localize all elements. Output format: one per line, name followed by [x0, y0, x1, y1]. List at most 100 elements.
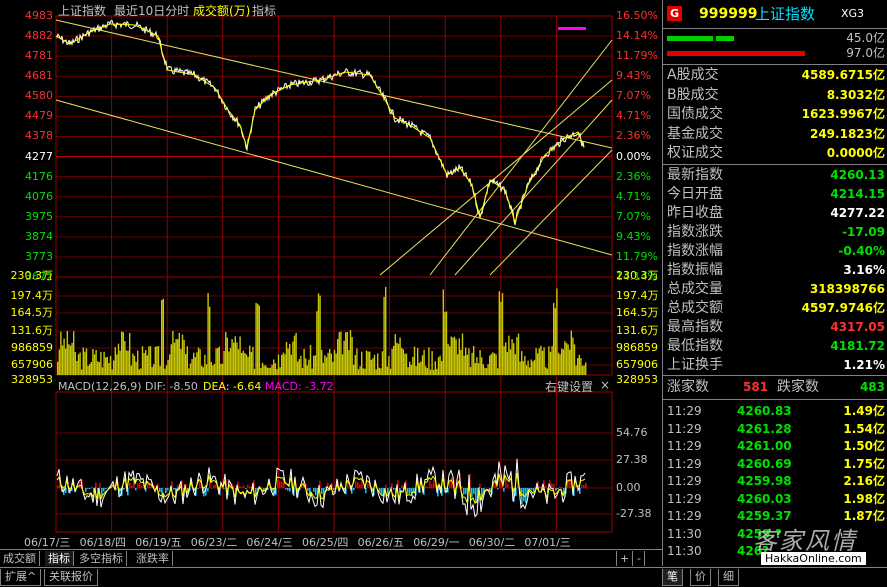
- date-tick: 06/19/五: [135, 534, 181, 550]
- quote-value: 4597.9746亿: [802, 299, 885, 318]
- chart-area[interactable]: 上证指数 最近10日分时 成交额(万) 指标 49834882478146814…: [0, 0, 662, 566]
- quote-label: 总成交量: [667, 280, 723, 299]
- fall-count: 483: [860, 378, 885, 397]
- tick-row: 11:294260.831.49亿: [663, 402, 887, 420]
- volume-tick-right: 197.4万: [616, 290, 659, 302]
- watermark-logo: 客家风情: [753, 521, 857, 556]
- tab-rise-fall-rate[interactable]: 涨跌率: [133, 551, 173, 566]
- tab-price[interactable]: 价: [690, 569, 711, 586]
- quote-value: 4277.22: [830, 204, 885, 223]
- price-tick-right: 16.50%: [616, 10, 658, 22]
- date-tick: 06/30/二: [469, 534, 515, 550]
- quote-label: 总成交额: [667, 299, 723, 318]
- price-tick-left: 4882: [0, 30, 53, 42]
- stat-row: B股成交8.3032亿: [663, 86, 887, 105]
- period-label[interactable]: 最近10日分时: [114, 2, 189, 19]
- quote-row: 指数涨跌-17.09: [663, 223, 887, 242]
- quote-value: -17.09: [842, 223, 885, 242]
- stat-label: 国债成交: [667, 105, 723, 124]
- price-tick-right: 7.07%: [616, 211, 651, 223]
- quote-row: 总成交量318398766: [663, 280, 887, 299]
- quote-row: 最低指数4181.72: [663, 337, 887, 356]
- tick-row: 11:294260.691.75亿: [663, 455, 887, 473]
- tick-time: 11:29: [667, 490, 702, 508]
- tick-row: 11:294261.001.50亿: [663, 437, 887, 455]
- tick-time: 11:29: [667, 437, 702, 455]
- price-tick-left: 4176: [0, 171, 53, 183]
- volume-tick-left: 328953: [0, 374, 53, 386]
- date-tick: 06/29/一: [413, 534, 459, 550]
- price-tick-left: 4479: [0, 110, 53, 122]
- tab-long-short[interactable]: 多空指标: [76, 551, 127, 566]
- stat-value: 0.0000亿: [827, 144, 885, 163]
- macd-tick: 54.76: [616, 427, 648, 439]
- quote-value: 4317.05: [830, 318, 885, 337]
- price-tick-right: 9.43%: [616, 70, 651, 82]
- volume-tick-left: 131.6万: [0, 325, 53, 337]
- price-tick-left: 4781: [0, 50, 53, 62]
- fall-count-label: 跌家数: [777, 378, 819, 397]
- price-tick-left: 3874: [0, 231, 53, 243]
- volume-tick-right: 657906: [616, 359, 658, 371]
- macd-tick: 0.00: [616, 482, 641, 494]
- tick-time: 11:29: [667, 420, 702, 438]
- volume-tick-left: 197.4万: [0, 290, 53, 302]
- tick-price: 4261.28: [737, 420, 792, 438]
- buy-bar: [667, 36, 713, 41]
- settings-hint[interactable]: 右键设置: [545, 378, 593, 395]
- related-quotes-tab[interactable]: 关联报价: [44, 569, 98, 586]
- volume-tick-right: 328953: [616, 374, 658, 386]
- quote-label: 上证换手: [667, 356, 723, 375]
- volume-tick-left: 657906: [0, 359, 53, 371]
- indicator-label[interactable]: 成交额(万): [193, 2, 250, 19]
- macd-dif: DIF: -8.50: [145, 380, 198, 393]
- stat-value: 249.1823亿: [810, 125, 885, 144]
- stat-row: A股成交4589.6715亿: [663, 66, 887, 85]
- quote-row: 指数涨幅-0.40%: [663, 242, 887, 261]
- tick-volume: 1.98亿: [843, 490, 885, 508]
- price-tick-right: 2.36%: [616, 130, 651, 142]
- volume-tick-left: 164.5万: [0, 307, 53, 319]
- price-tick-left: 4580: [0, 90, 53, 102]
- tick-time: 11:29: [667, 455, 702, 473]
- tick-row: 11:294261.281.54亿: [663, 420, 887, 438]
- tab-amount[interactable]: 成交额: [0, 551, 40, 566]
- macd-tick: -27.38: [616, 508, 651, 520]
- quote-row: 指数振幅3.16%: [663, 261, 887, 280]
- tick-volume: 1.49亿: [843, 402, 885, 420]
- stat-value: 4589.6715亿: [802, 66, 885, 85]
- tab-tick[interactable]: 笔: [662, 569, 683, 586]
- tick-row: 11:294259.982.16亿: [663, 472, 887, 490]
- tick-time: 11:29: [667, 507, 702, 525]
- expand-tab[interactable]: 扩展^: [0, 569, 41, 586]
- volume-tick-right: 164.5万: [616, 307, 659, 319]
- tick-volume: 1.50亿: [843, 437, 885, 455]
- index-title: 上证指数: [58, 2, 106, 19]
- price-tick-right: 11.79%: [616, 251, 658, 263]
- tick-time: 11:29: [667, 402, 702, 420]
- volume-tick-left: 230.3万: [0, 270, 53, 282]
- quote-label: 最新指数: [667, 166, 723, 185]
- tab-indicator[interactable]: 指标: [45, 551, 74, 566]
- indicator-menu[interactable]: 指标: [252, 2, 276, 19]
- buy-bar-2: [716, 36, 734, 41]
- chart-canvas[interactable]: [0, 0, 662, 566]
- price-tick-left: 4378: [0, 130, 53, 142]
- indicator-tab-bar: 成交额 指标 多空指标 涨跌率 + -: [0, 549, 662, 567]
- quote-panel: G 999999 上证指数 XG3 45.0亿 97.0亿 A股成交4589.6…: [662, 0, 887, 566]
- stat-value: 1623.9967亿: [802, 105, 885, 124]
- tick-time: 11:29: [667, 472, 702, 490]
- quote-label: 指数振幅: [667, 261, 723, 280]
- tick-price: 4259.98: [737, 472, 792, 490]
- tick-time: 11:30: [667, 525, 702, 543]
- close-icon[interactable]: ×: [600, 378, 610, 392]
- quote-value: 4214.15: [830, 185, 885, 204]
- price-tick-right: 2.36%: [616, 171, 651, 183]
- zoom-out-button[interactable]: -: [634, 551, 645, 566]
- tab-detail[interactable]: 细: [718, 569, 739, 586]
- zoom-in-button[interactable]: +: [616, 551, 633, 566]
- stat-row: 权证成交0.0000亿: [663, 144, 887, 163]
- volume-tick-left: 986859: [0, 342, 53, 354]
- rise-count-label: 涨家数: [667, 378, 709, 397]
- badge-icon: G: [667, 6, 682, 21]
